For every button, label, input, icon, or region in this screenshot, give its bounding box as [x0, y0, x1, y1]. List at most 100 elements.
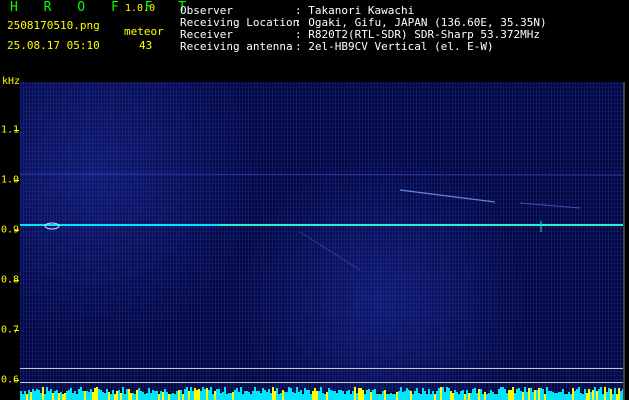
signal-level-segment — [60, 392, 62, 400]
signal-level-segment — [352, 391, 354, 400]
signal-level-segment — [616, 394, 618, 400]
signal-level-segment — [38, 390, 40, 400]
signal-level-segment — [90, 389, 92, 400]
signal-level-segment — [348, 390, 350, 400]
signal-level-segment — [298, 392, 300, 400]
signal-level-segment — [146, 393, 148, 400]
signal-level-segment — [366, 390, 368, 400]
signal-level-segment — [408, 390, 410, 400]
signal-level-segment — [286, 392, 288, 400]
signal-level-segment — [188, 391, 190, 400]
signal-level-segment — [234, 390, 236, 400]
signal-level-segment — [116, 391, 118, 400]
signal-level-segment — [114, 394, 116, 400]
signal-level-segment — [294, 393, 296, 400]
signal-level-segment — [424, 391, 426, 400]
signal-level-segment — [104, 393, 106, 400]
signal-level-segment — [334, 391, 336, 400]
signal-level-segment — [596, 391, 598, 400]
signal-level-segment — [554, 393, 556, 400]
signal-level-segment — [262, 388, 264, 400]
signal-level-segment — [270, 393, 272, 400]
signal-level-segment — [220, 393, 222, 400]
signal-level-segment — [196, 390, 198, 400]
signal-level-segment — [198, 389, 200, 400]
signal-level-segment — [548, 391, 550, 400]
signal-level-segment — [174, 394, 176, 400]
signal-level-segment — [556, 393, 558, 400]
frequency-tick — [14, 330, 19, 331]
signal-level-segment — [410, 391, 412, 400]
signal-level-segment — [526, 392, 528, 400]
signal-level-segment — [284, 392, 286, 400]
signal-level-segment — [156, 391, 158, 400]
signal-level-segment — [350, 394, 352, 400]
signal-level-segment — [392, 394, 394, 400]
signal-level-segment — [418, 393, 420, 400]
signal-level-segment — [164, 389, 166, 400]
signal-level-segment — [240, 387, 242, 400]
signal-level-segment — [28, 390, 30, 400]
signal-level-segment — [490, 390, 492, 400]
signal-level-segment — [268, 389, 270, 400]
signal-level-segment — [430, 394, 432, 400]
signal-level-segment — [36, 389, 38, 400]
signal-level-segment — [346, 391, 348, 400]
signal-level-segment — [42, 387, 44, 400]
signal-level-segment — [492, 392, 494, 400]
signal-level-segment — [128, 389, 130, 400]
signal-level-segment — [356, 393, 358, 400]
signal-level-segment — [562, 389, 564, 400]
signal-level-segment — [52, 393, 54, 400]
signal-level-segment — [466, 390, 468, 400]
signal-level-segment — [358, 388, 360, 400]
image-filename: 2508170510.png — [7, 19, 100, 32]
signal-level-segment — [100, 390, 102, 400]
frequency-tick — [14, 230, 19, 231]
signal-level-segment — [496, 394, 498, 400]
signal-level-segment — [472, 389, 474, 400]
signal-level-segment — [32, 389, 34, 400]
signal-level-segment — [280, 393, 282, 400]
signal-level-segment — [474, 388, 476, 400]
signal-level-segment — [582, 394, 584, 400]
signal-level-segment — [332, 391, 334, 400]
signal-level-segment — [450, 391, 452, 400]
signal-level-segment — [184, 389, 186, 400]
signal-level-segment — [560, 392, 562, 400]
signal-level-segment — [400, 387, 402, 400]
signal-level-segment — [398, 391, 400, 400]
signal-level-segment — [524, 387, 526, 400]
signal-level-segment — [318, 391, 320, 400]
signal-level-segment — [170, 394, 172, 400]
signal-level-segment — [420, 394, 422, 400]
signal-level-segment — [508, 390, 510, 400]
spectrogram-waterfall — [20, 82, 623, 392]
signal-level-segment — [82, 391, 84, 400]
signal-level-segment — [148, 388, 150, 400]
signal-level-segment — [600, 387, 602, 400]
signal-level-segment — [480, 389, 482, 400]
signal-level-segment — [328, 388, 330, 400]
signal-level-segment — [568, 392, 570, 400]
signal-level-segment — [376, 394, 378, 400]
signal-level-segment — [364, 394, 366, 400]
signal-level-segment — [370, 392, 372, 400]
signal-level-segment — [236, 388, 238, 400]
signal-level-segment — [266, 392, 268, 400]
signal-level-segment — [202, 387, 204, 400]
signal-level-segment — [40, 393, 42, 400]
signal-level-segment — [278, 394, 280, 400]
signal-level-segment — [192, 391, 194, 400]
signal-level-segment — [384, 390, 386, 400]
signal-level-segment — [488, 393, 490, 400]
signal-level-segment — [204, 389, 206, 400]
signal-level-segment — [536, 390, 538, 400]
signal-level-segment — [360, 388, 362, 400]
signal-level-segment — [550, 391, 552, 400]
signal-level-segment — [342, 391, 344, 400]
signal-level-segment — [276, 388, 278, 400]
signal-level-segment — [218, 389, 220, 400]
signal-level-segment — [464, 394, 466, 400]
signal-level-segment — [78, 389, 80, 400]
